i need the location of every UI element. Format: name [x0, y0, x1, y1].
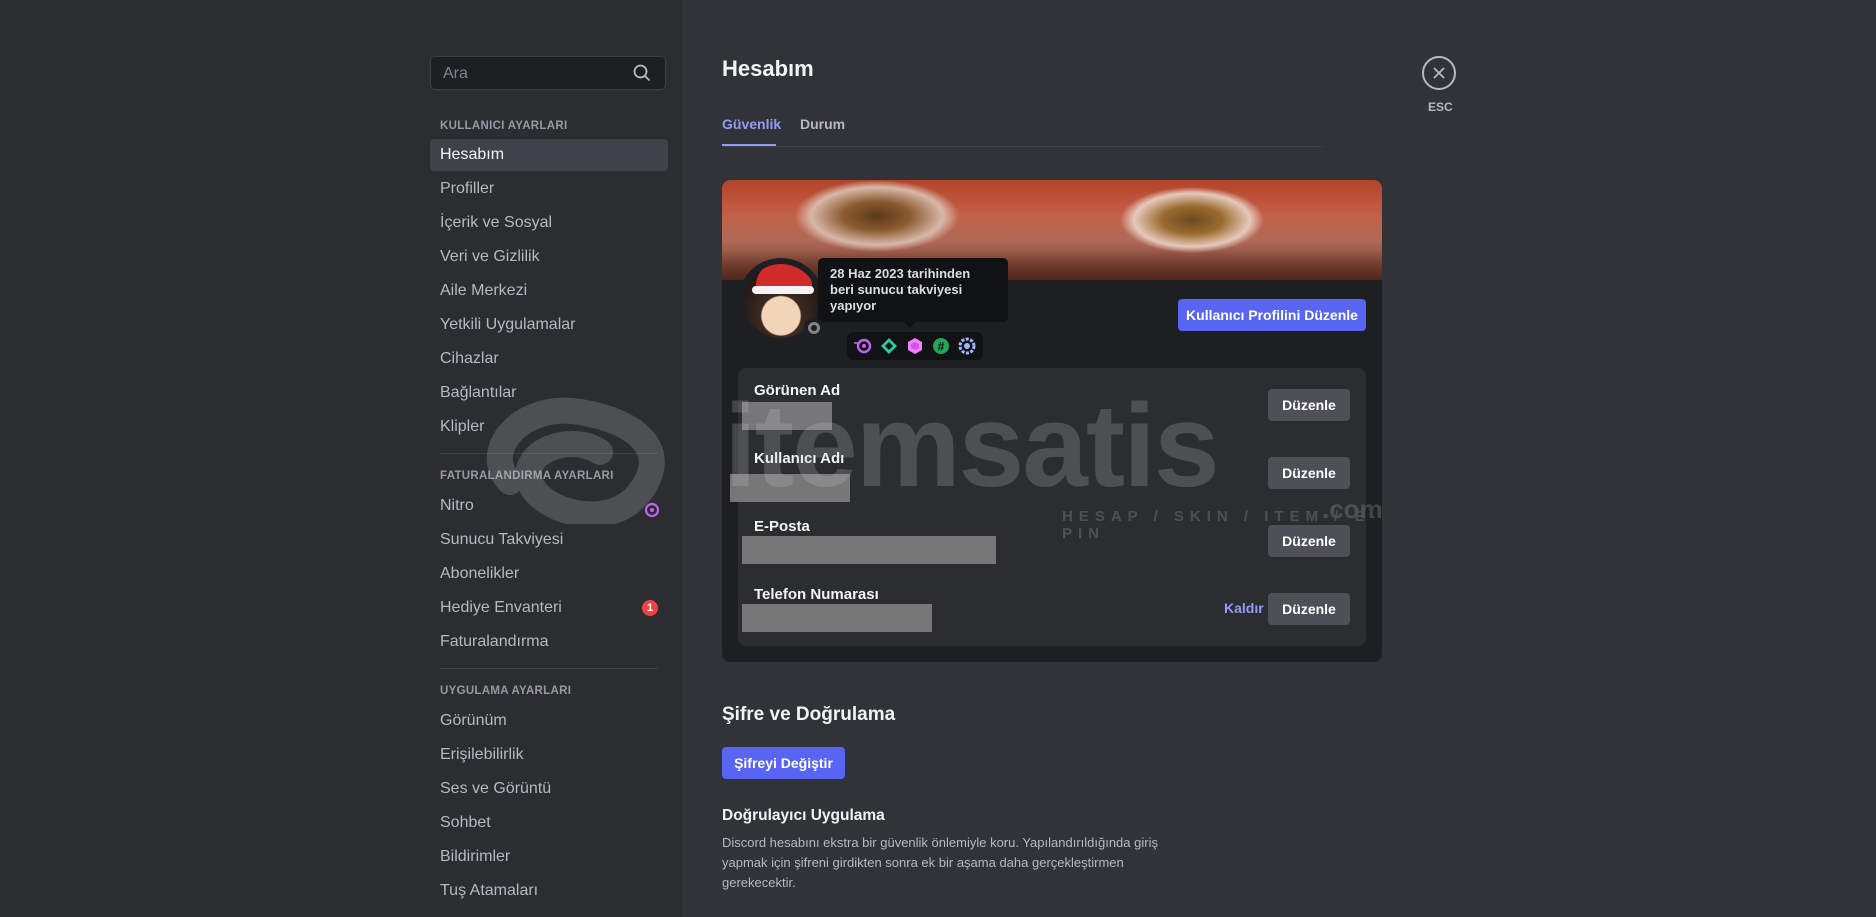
password-section-title: Şifre ve Doğrulama — [722, 704, 896, 725]
sidebar-item-content-social[interactable]: İçerik ve Sosyal — [430, 207, 668, 239]
sidebar-item-accessibility[interactable]: Erişilebilirlik — [430, 739, 668, 771]
sidebar-item-appearance[interactable]: Görünüm — [430, 705, 668, 737]
sidebar-item-keybinds[interactable]: Tuş Atamaları — [430, 875, 668, 907]
sidebar-item-profiles[interactable]: Profiller — [430, 173, 668, 205]
sidebar-item-data-privacy[interactable]: Veri ve Gizlilik — [430, 241, 668, 273]
username-label: Kullanıcı Adı — [754, 450, 845, 467]
sidebar-item-nitro[interactable]: Nitro — [430, 490, 668, 522]
edit-email-button[interactable]: Düzenle — [1268, 525, 1350, 557]
section-header-app-settings: UYGULAMA AYARLARI — [440, 685, 572, 697]
notification-badge: 1 — [642, 600, 658, 616]
hashtag-badge-icon[interactable]: # — [931, 336, 951, 356]
edit-user-profile-button[interactable]: Kullanıcı Profilini Düzenle — [1178, 299, 1366, 331]
tab-divider — [722, 146, 1322, 147]
esc-label: ESC — [1428, 100, 1453, 114]
hypesquad-badge-icon[interactable] — [905, 336, 925, 356]
tab-status[interactable]: Durum — [800, 116, 845, 132]
redacted-username — [730, 474, 850, 502]
search-input[interactable] — [441, 57, 625, 91]
sidebar-item-server-boost[interactable]: Sunucu Takviyesi — [430, 524, 668, 556]
edit-phone-button[interactable]: Düzenle — [1268, 593, 1350, 625]
close-icon — [1433, 67, 1445, 79]
close-button[interactable] — [1422, 56, 1456, 90]
account-card: 28 Haz 2023 tarihinden beri sunucu takvi… — [722, 180, 1382, 662]
phone-label: Telefon Numarası — [754, 586, 879, 603]
sidebar-item-chat[interactable]: Sohbet — [430, 807, 668, 839]
nitro-badge-icon[interactable] — [853, 336, 873, 356]
redacted-phone — [742, 604, 932, 632]
account-fields: Görünen Ad Düzenle Kullanıcı Adı Düzenle… — [730, 368, 1366, 646]
page-title: Hesabım — [722, 56, 814, 81]
section-header-billing-settings: FATURALANDIRMA AYARLARI — [440, 470, 614, 482]
section-header-user-settings: KULLANICI AYARLARI — [440, 120, 568, 132]
santa-hat-brim — [752, 286, 814, 294]
sidebar-item-family-center[interactable]: Aile Merkezi — [430, 275, 668, 307]
sidebar-item-devices[interactable]: Cihazlar — [430, 343, 668, 375]
sidebar-item-clips[interactable]: Klipler — [430, 411, 668, 443]
email-label: E-Posta — [754, 518, 810, 535]
sidebar-item-label: Hediye Envanteri — [440, 599, 562, 616]
authenticator-title: Doğrulayıcı Uygulama — [722, 807, 885, 824]
edit-username-button[interactable]: Düzenle — [1268, 457, 1350, 489]
authenticator-description: Discord hesabını ekstra bir güvenlik önl… — [722, 835, 1158, 890]
active-tab-indicator — [722, 144, 776, 146]
badge-row: # — [847, 332, 983, 360]
redacted-email — [742, 536, 996, 564]
edit-display-name-button[interactable]: Düzenle — [1268, 389, 1350, 421]
sidebar-item-connections[interactable]: Bağlantılar — [430, 377, 668, 409]
tab-security[interactable]: Güvenlik — [722, 116, 781, 132]
svg-text:#: # — [938, 340, 945, 354]
search-icon[interactable] — [633, 64, 651, 87]
display-name-label: Görünen Ad — [754, 382, 841, 399]
sidebar-item-label: Nitro — [440, 497, 474, 514]
boost-tooltip: 28 Haz 2023 tarihinden beri sunucu takvi… — [818, 258, 1008, 328]
boost-badge-icon[interactable] — [879, 336, 899, 356]
sidebar-item-billing[interactable]: Faturalandırma — [430, 626, 668, 658]
sidebar-item-notifications[interactable]: Bildirimler — [430, 841, 668, 873]
sidebar-item-voice-video[interactable]: Ses ve Görüntü — [430, 773, 668, 805]
sidebar-item-authorized-apps[interactable]: Yetkili Uygulamalar — [430, 309, 668, 341]
quest-badge-icon[interactable] — [957, 336, 977, 356]
sidebar-item-gift-inventory[interactable]: Hediye Envanteri 1 — [430, 592, 668, 624]
search-box[interactable] — [430, 56, 666, 91]
redacted-display-name — [742, 402, 832, 430]
sidebar-divider — [440, 668, 658, 669]
remove-phone-link[interactable]: Kaldır — [1224, 600, 1264, 616]
change-password-button[interactable]: Şifreyi Değiştir — [722, 747, 845, 779]
sidebar-item-subscriptions[interactable]: Abonelikler — [430, 558, 668, 590]
sidebar-item-my-account[interactable]: Hesabım — [430, 139, 668, 171]
sidebar-divider — [440, 453, 658, 454]
